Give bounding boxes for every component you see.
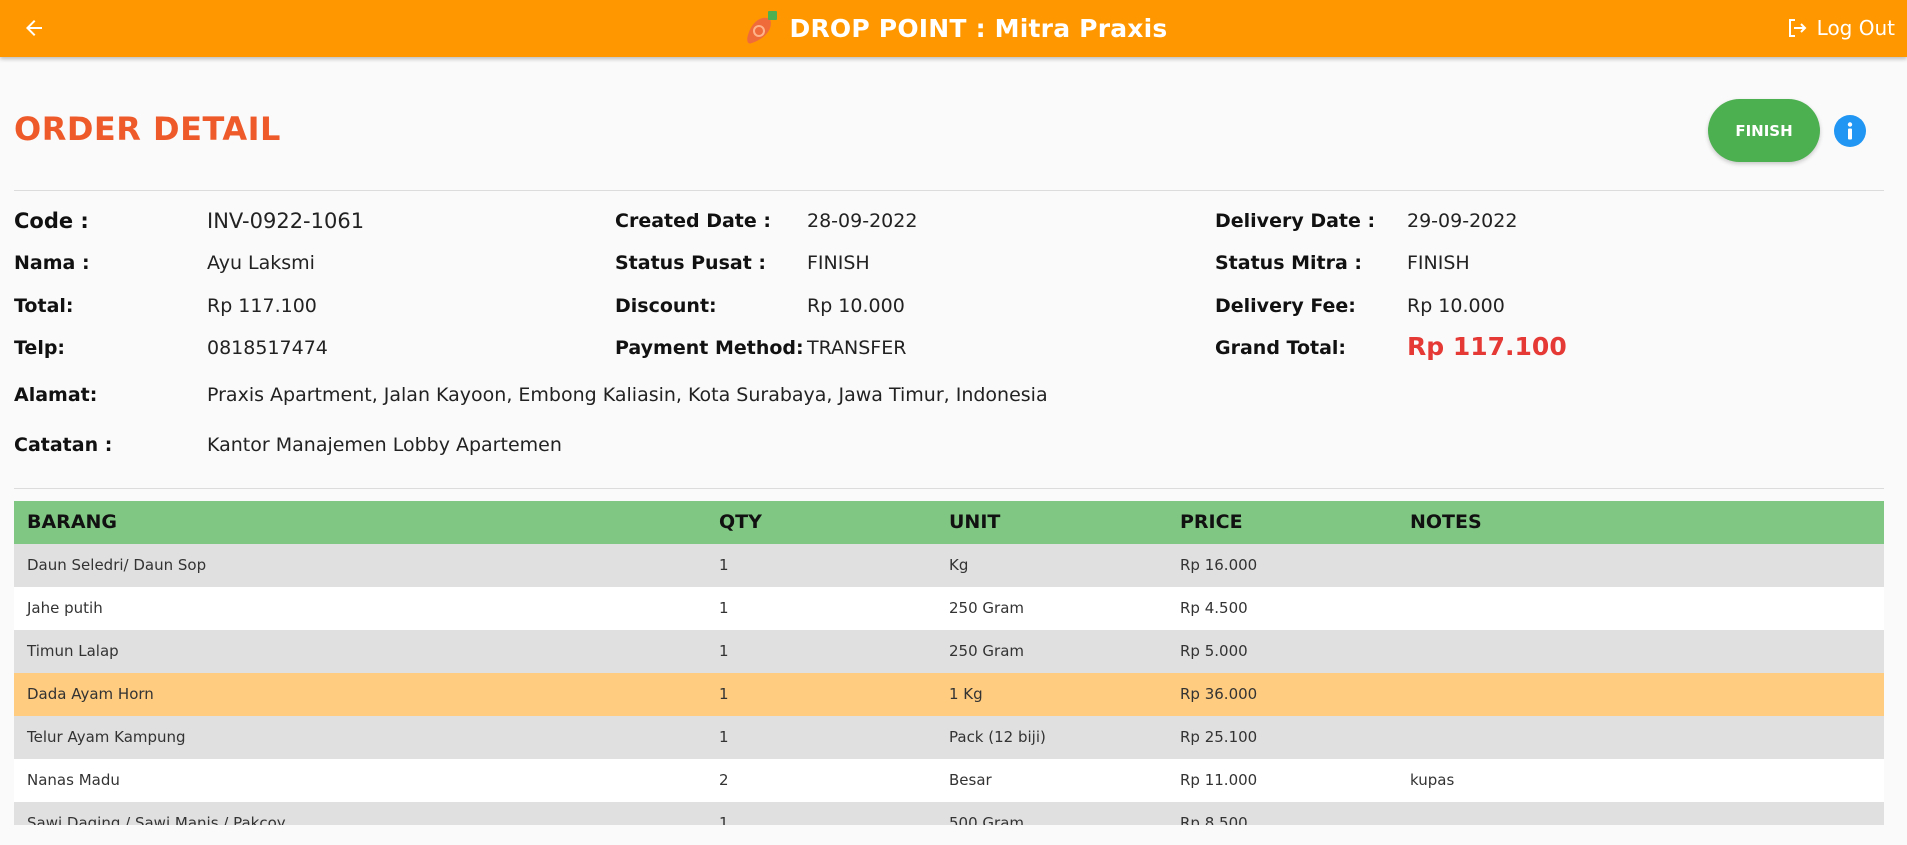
cell-barang: Timun Lalap [27, 642, 119, 660]
status-pusat-value: FINISH [807, 252, 870, 274]
cell-price: Rp 16.000 [1180, 556, 1258, 574]
column-header-notes: NOTES [1410, 511, 1482, 533]
cell-price: Rp 4.500 [1180, 599, 1248, 617]
column-header-unit: UNIT [949, 511, 1001, 533]
cell-unit: Kg [949, 556, 969, 574]
nama-label: Nama : [14, 252, 90, 274]
cell-qty: 1 [719, 814, 729, 825]
cell-unit: Besar [949, 771, 992, 789]
cell-unit: 500 Gram [949, 814, 1024, 825]
telp-value: 0818517474 [207, 337, 328, 359]
logout-button[interactable]: Log Out [1785, 10, 1895, 46]
cell-qty: 1 [719, 556, 729, 574]
table-row[interactable]: Dada Ayam Horn 1 1 Kg Rp 36.000 [14, 673, 1884, 716]
cell-barang: Telur Ayam Kampung [27, 728, 186, 746]
cell-unit: 250 Gram [949, 642, 1024, 660]
payment-method-value: TRANSFER [807, 337, 907, 359]
total-value: Rp 117.100 [207, 295, 317, 317]
table-row[interactable]: Nanas Madu 2 Besar Rp 11.000 kupas [14, 759, 1884, 802]
logout-icon [1788, 19, 1807, 37]
discount-value: Rp 10.000 [807, 295, 905, 317]
cell-qty: 1 [719, 599, 729, 617]
cell-qty: 1 [719, 642, 729, 660]
brand: DROP POINT : Mitra Praxis [0, 0, 1907, 57]
cell-price: Rp 8.500 [1180, 814, 1248, 825]
cell-price: Rp 36.000 [1180, 685, 1258, 703]
cell-unit: 250 Gram [949, 599, 1024, 617]
code-value: INV-0922-1061 [207, 209, 365, 233]
cell-price: Rp 5.000 [1180, 642, 1248, 660]
catatan-value: Kantor Manajemen Lobby Apartemen [207, 434, 562, 456]
grand-total-label: Grand Total: [1215, 337, 1347, 359]
delivery-date-value: 29-09-2022 [1407, 210, 1518, 232]
table-row[interactable]: Telur Ayam Kampung 1 Pack (12 biji) Rp 2… [14, 716, 1884, 759]
cell-barang: Jahe putih [27, 599, 103, 617]
column-header-qty: QTY [719, 511, 762, 533]
discount-label: Discount: [615, 295, 717, 317]
cell-price: Rp 25.100 [1180, 728, 1258, 746]
created-date-value: 28-09-2022 [807, 210, 918, 232]
info-icon [1834, 115, 1866, 147]
cell-price: Rp 11.000 [1180, 771, 1258, 789]
carrot-logo-icon [746, 10, 777, 44]
cell-notes: kupas [1410, 771, 1455, 789]
items-table[interactable]: BARANG QTY UNIT PRICE NOTES Daun Seledri… [14, 501, 1884, 825]
cell-barang: Dada Ayam Horn [27, 685, 154, 703]
alamat-value: Praxis Apartment, Jalan Kayoon, Embong K… [207, 384, 1048, 406]
total-label: Total: [14, 295, 74, 317]
delivery-fee-label: Delivery Fee: [1215, 295, 1356, 317]
cell-unit: 1 Kg [949, 685, 983, 703]
telp-label: Telp: [14, 337, 66, 359]
created-date-label: Created Date : [615, 210, 771, 232]
nama-value: Ayu Laksmi [207, 252, 315, 274]
cell-unit: Pack (12 biji) [949, 728, 1046, 746]
top-app-bar: DROP POINT : Mitra Praxis Log Out [0, 0, 1907, 57]
info-button[interactable] [1834, 115, 1866, 147]
delivery-fee-value: Rp 10.000 [1407, 295, 1505, 317]
logout-label: Log Out [1816, 16, 1895, 40]
code-label: Code : [14, 209, 89, 233]
table-row[interactable]: Timun Lalap 1 250 Gram Rp 5.000 [14, 630, 1884, 673]
status-mitra-value: FINISH [1407, 252, 1470, 274]
cell-barang: Sawi Daging / Sawi Manis / Pakcoy [27, 814, 286, 825]
arrow-left-icon [26, 20, 42, 36]
column-header-barang: BARANG [27, 511, 118, 533]
table-header: BARANG QTY UNIT PRICE NOTES [14, 501, 1884, 544]
cell-qty: 1 [719, 685, 729, 703]
table-row[interactable]: Daun Seledri/ Daun Sop 1 Kg Rp 16.000 [14, 544, 1884, 587]
catatan-label: Catatan : [14, 434, 113, 456]
delivery-date-label: Delivery Date : [1215, 210, 1376, 232]
divider [14, 190, 1884, 191]
column-header-price: PRICE [1180, 511, 1243, 533]
back-button[interactable] [18, 12, 50, 44]
payment-method-label: Payment Method: [615, 337, 804, 359]
alamat-label: Alamat: [14, 384, 98, 406]
table-row[interactable]: Sawi Daging / Sawi Manis / Pakcoy 1 500 … [14, 802, 1884, 825]
cell-qty: 1 [719, 728, 729, 746]
page-title: ORDER DETAIL [14, 110, 281, 148]
cell-barang: Daun Seledri/ Daun Sop [27, 556, 207, 574]
cell-barang: Nanas Madu [27, 771, 120, 789]
table-row[interactable]: Jahe putih 1 250 Gram Rp 4.500 [14, 587, 1884, 630]
app-title: DROP POINT : Mitra Praxis [789, 14, 1168, 43]
status-mitra-label: Status Mitra : [1215, 252, 1363, 274]
grand-total-value: Rp 117.100 [1407, 332, 1567, 361]
divider [14, 488, 1884, 489]
cell-qty: 2 [719, 771, 729, 789]
finish-button[interactable]: FINISH [1708, 99, 1820, 162]
status-pusat-label: Status Pusat : [615, 252, 766, 274]
